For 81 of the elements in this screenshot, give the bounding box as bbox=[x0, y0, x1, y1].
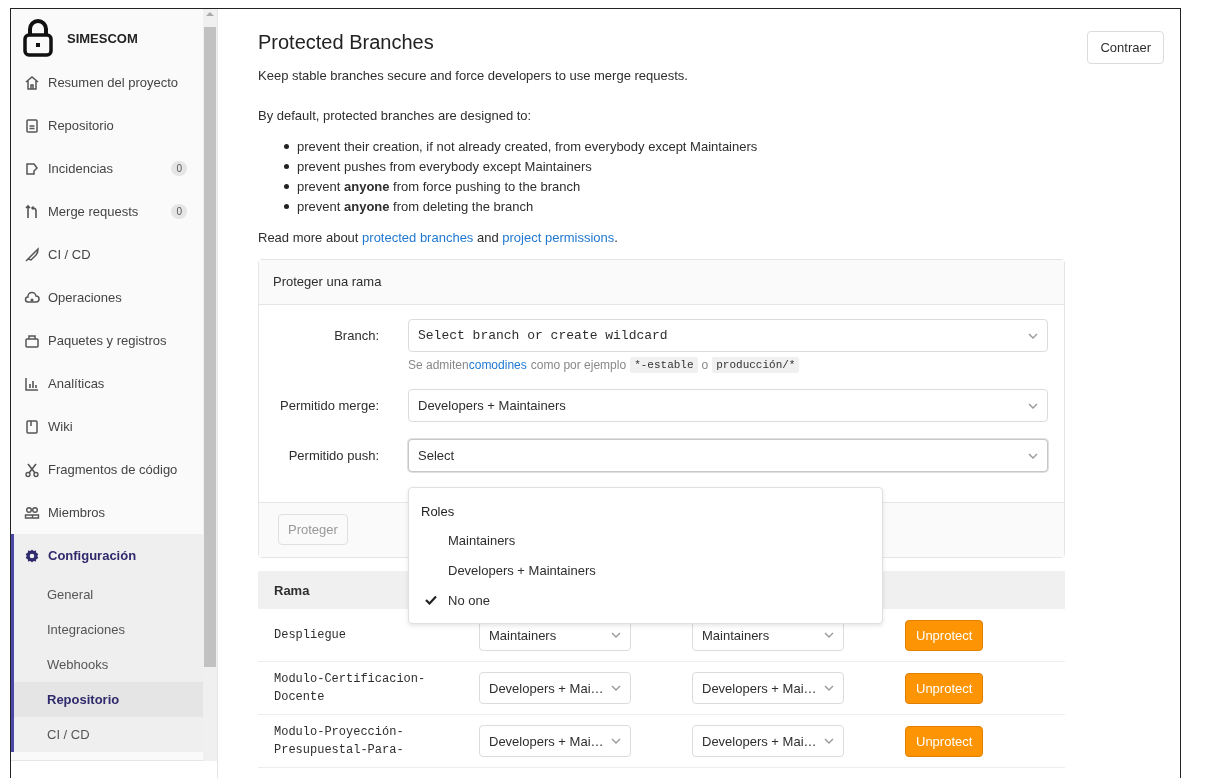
sidebar-item[interactable]: Repositorio bbox=[11, 104, 203, 147]
sidebar-subitem[interactable]: General bbox=[14, 577, 203, 612]
page-title: Protected Branches bbox=[258, 31, 434, 54]
book-icon bbox=[24, 418, 40, 435]
role-select[interactable]: Developers + Mai… bbox=[692, 672, 844, 704]
chevron-down-icon bbox=[1028, 452, 1038, 459]
scissors-icon bbox=[24, 461, 40, 478]
sidebar-subitem[interactable]: Webhooks bbox=[14, 647, 203, 682]
intro-text: Keep stable branches secure and force developers to use merge requests. bbox=[258, 68, 689, 83]
merge-request-icon bbox=[24, 203, 40, 220]
issue-icon bbox=[24, 160, 40, 177]
dropdown-option[interactable]: Maintainers bbox=[409, 525, 882, 555]
code-snippet: *-estable bbox=[630, 357, 698, 373]
sidebar-item[interactable]: CI / CD bbox=[11, 233, 203, 276]
card-title: Proteger una rama bbox=[273, 274, 382, 289]
settings-icon bbox=[24, 547, 40, 564]
field-label: Permitido push: bbox=[287, 448, 379, 463]
chevron-down-icon bbox=[1028, 402, 1038, 409]
document-icon bbox=[24, 117, 40, 134]
dropdown-option[interactable]: Developers + Maintainers bbox=[409, 555, 882, 585]
chevron-down-icon bbox=[611, 685, 621, 691]
sidebar-item[interactable]: Configuración bbox=[14, 534, 203, 577]
chevron-down-icon bbox=[611, 632, 621, 638]
list-item: prevent anyone from deleting the branch bbox=[297, 198, 534, 214]
chevron-down-icon bbox=[824, 632, 834, 638]
count-badge: 0 bbox=[171, 204, 187, 219]
sidebar-item[interactable]: Paquetes y registros bbox=[11, 319, 203, 362]
role-select[interactable]: Developers + Mai… bbox=[479, 672, 631, 704]
sidebar-item[interactable]: Resumen del proyecto bbox=[11, 61, 203, 104]
list-item: prevent pushes from everybody except Maintainers bbox=[297, 158, 592, 174]
scrollbar[interactable] bbox=[203, 9, 217, 761]
column-header: Rama bbox=[274, 582, 310, 598]
count-badge: 0 bbox=[171, 161, 187, 176]
bar-chart-icon bbox=[24, 375, 40, 392]
lock-icon bbox=[23, 19, 53, 57]
branch-select[interactable]: Select branch or create wildcard bbox=[408, 319, 1048, 352]
branch-name: Modulo-Proyección-Presupuestal-Para- bbox=[274, 724, 405, 759]
field-label: Branch: bbox=[333, 328, 379, 343]
wildcards-link[interactable]: comodines bbox=[468, 358, 527, 372]
bullet-icon bbox=[284, 143, 289, 149]
help-text: Se admiten bbox=[408, 358, 469, 372]
branch-name: Despliegue bbox=[274, 627, 347, 644]
sidebar-subitem[interactable]: CI / CD bbox=[14, 717, 203, 752]
sidebar-subitem[interactable]: Repositorio bbox=[14, 682, 203, 717]
package-icon bbox=[24, 332, 40, 349]
sidebar-item[interactable]: Analíticas bbox=[11, 362, 203, 405]
bullet-icon bbox=[284, 203, 289, 209]
sidebar-item[interactable]: Operaciones bbox=[11, 276, 203, 319]
sidebar-subitem[interactable]: Integraciones bbox=[14, 612, 203, 647]
chevron-down-icon bbox=[824, 685, 834, 691]
branch-name: Modulo-Certificacion-Docente bbox=[274, 671, 427, 706]
users-icon bbox=[24, 504, 40, 521]
home-icon bbox=[24, 74, 40, 91]
help-text: o bbox=[701, 358, 709, 372]
dropdown-heading: Roles bbox=[420, 503, 456, 521]
role-select[interactable]: Developers + Mai… bbox=[479, 725, 631, 757]
read-more-text: Read more about protected branches and project permissions. bbox=[258, 230, 619, 245]
project-name[interactable]: SIMESCOM bbox=[67, 30, 138, 46]
bullet-icon bbox=[284, 183, 289, 189]
dropdown-option[interactable]: No one bbox=[409, 585, 882, 615]
defaults-heading: By default, protected branches are designed to: bbox=[258, 108, 533, 123]
protected-branches-link[interactable]: protected branches bbox=[362, 230, 474, 245]
role-select[interactable]: Developers + Maintainers bbox=[408, 389, 1048, 422]
cloud-icon bbox=[24, 289, 40, 306]
chevron-down-icon bbox=[611, 738, 621, 744]
role-select[interactable]: Developers + Mai… bbox=[692, 725, 844, 757]
bullet-icon bbox=[284, 163, 289, 169]
sidebar-item[interactable]: Incidencias 0 bbox=[11, 147, 203, 190]
list-item: prevent anyone from force pushing to the branch bbox=[297, 178, 581, 194]
field-label: Permitido merge: bbox=[279, 398, 379, 413]
sidebar-item[interactable]: Miembros bbox=[11, 491, 203, 534]
chevron-down-icon bbox=[1028, 332, 1038, 339]
help-text: como por ejemplo bbox=[530, 358, 627, 372]
sidebar-item[interactable]: Fragmentos de código bbox=[11, 448, 203, 491]
collapse-button[interactable]: Contraer bbox=[1087, 31, 1164, 64]
sidebar-item[interactable]: Wiki bbox=[11, 405, 203, 448]
sidebar-item[interactable]: Merge requests 0 bbox=[11, 190, 203, 233]
role-select[interactable]: Select bbox=[408, 439, 1048, 472]
list-item: prevent their creation, if not already created, from everybody except Maintainers bbox=[297, 138, 758, 154]
code-snippet: producción/* bbox=[712, 357, 800, 373]
chevron-down-icon bbox=[824, 738, 834, 744]
